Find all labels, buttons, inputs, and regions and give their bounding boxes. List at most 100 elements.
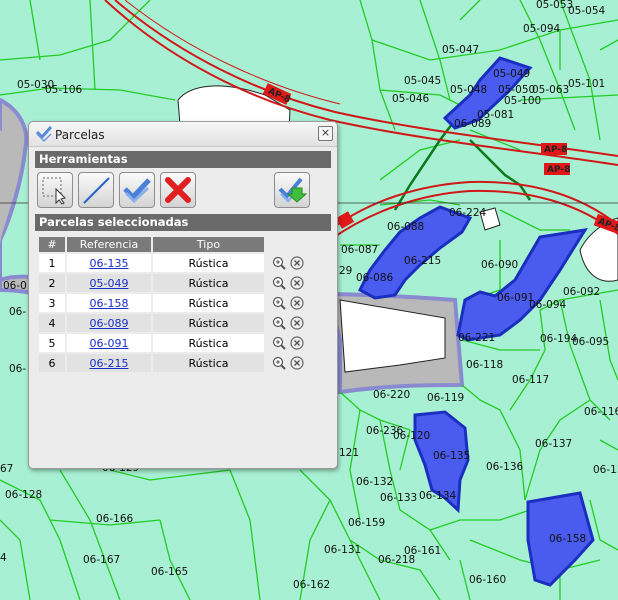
road-label: AP-8 <box>544 163 570 175</box>
row-number: 3 <box>39 294 67 312</box>
parcel-reference-link[interactable]: 06-135 <box>90 257 129 270</box>
parcel-type: Rústica <box>153 314 266 332</box>
parcel-label: 06-166 <box>96 513 134 525</box>
parcel-label: 06-086 <box>356 272 394 284</box>
parcel-label: 06-137 <box>535 438 572 450</box>
parcel-label: 06-087 <box>341 244 378 256</box>
parcel-label: 06-158 <box>549 533 586 545</box>
remove-circle-icon[interactable] <box>290 296 304 310</box>
parcel-label: 05-100 <box>504 95 541 107</box>
export-tool-button[interactable] <box>274 172 310 208</box>
zoom-in-icon[interactable] <box>272 276 286 290</box>
remove-circle-icon[interactable] <box>290 336 304 350</box>
parcel-label: 05-106 <box>45 84 83 96</box>
zoom-in-icon[interactable] <box>272 296 286 310</box>
zoom-in-icon[interactable] <box>272 256 286 270</box>
parcel-label: 05-047 <box>442 44 479 56</box>
parcel-reference-link[interactable]: 06-158 <box>90 297 129 310</box>
table-header-row: # Referencia Tipo <box>39 237 306 252</box>
parcel-label: 06-218 <box>378 554 415 566</box>
road-label: AP-8 <box>541 143 567 155</box>
parcel-label: 05-094 <box>523 23 561 35</box>
table-row: 4 06-089 Rústica <box>39 314 306 332</box>
parcel-label: 06-131 <box>324 544 361 556</box>
export-download-icon <box>278 177 307 203</box>
panel-title: Parcelas <box>55 128 105 142</box>
parcel-label: 121 <box>339 447 359 459</box>
parcel-label: 05-054 <box>568 5 606 17</box>
selected-parcels-header: Parcelas seleccionadas <box>35 214 331 231</box>
parcel-label: 06-221 <box>458 332 495 344</box>
parcelas-panel: Parcelas × Herramientas Parcelas selecci… <box>28 121 338 469</box>
parcel-label: 06-089 <box>454 118 491 130</box>
table-row: 3 06-158 Rústica <box>39 294 306 312</box>
parcel-label: 05-048 <box>450 84 487 96</box>
remove-circle-icon[interactable] <box>290 276 304 290</box>
row-number: 5 <box>39 334 67 352</box>
zoom-in-icon[interactable] <box>272 336 286 350</box>
parcel-type: Rústica <box>153 274 266 292</box>
parcel-label: 06-090 <box>481 259 518 271</box>
parcel-label: 05-046 <box>392 93 430 105</box>
zoom-in-icon[interactable] <box>272 316 286 330</box>
check-icon <box>123 178 151 204</box>
row-number: 2 <box>39 274 67 292</box>
parcel-label: 06-133 <box>380 492 417 504</box>
table-row: 5 06-091 Rústica <box>39 334 306 352</box>
parcel-label: 06-165 <box>151 566 188 578</box>
panel-titlebar[interactable]: Parcelas × <box>29 122 337 147</box>
column-header-number: # <box>39 237 67 252</box>
parcel-label: 06-134 <box>419 490 457 502</box>
select-tool-button[interactable] <box>37 172 73 208</box>
remove-circle-icon[interactable] <box>290 356 304 370</box>
parcel-label: 06-092 <box>563 286 600 298</box>
column-header-referencia: Referencia <box>67 237 153 252</box>
parcel-label: 06-136 <box>486 461 524 473</box>
row-number: 1 <box>39 254 67 272</box>
parcel-label: 67 <box>0 463 13 475</box>
parcel-reference-link[interactable]: 06-215 <box>90 357 129 370</box>
parcel-label: 05-053 <box>257 0 294 3</box>
parcel-check-icon <box>35 125 53 143</box>
parcel-type: Rústica <box>153 354 266 372</box>
parcel-label: 06-135 <box>433 450 470 462</box>
close-icon: × <box>320 126 331 139</box>
parcel-reference-link[interactable]: 06-089 <box>90 317 129 330</box>
parcel-reference-link[interactable]: 05-049 <box>90 277 129 290</box>
svg-text:AP-8: AP-8 <box>544 145 567 155</box>
confirm-tool-button[interactable] <box>119 172 155 208</box>
parcel-label: 06-094 <box>529 299 567 311</box>
parcel-label: 06-120 <box>393 430 430 442</box>
parcel-label: 05-101 <box>568 78 605 90</box>
table-row: 1 06-135 Rústica <box>39 254 306 272</box>
parcel-label: 06-167 <box>83 554 120 566</box>
parcel-label: 06-095 <box>572 336 609 348</box>
parcel-label: 06-088 <box>387 221 424 233</box>
parcel-label: 06- <box>9 306 26 318</box>
parcel-label: 06-220 <box>373 389 410 401</box>
parcel-label: 06-132 <box>356 476 393 488</box>
parcel-label: 06- <box>9 363 26 375</box>
parcel-label: 06-0 <box>3 280 27 292</box>
parcel-type: Rústica <box>153 254 266 272</box>
remove-circle-icon[interactable] <box>290 256 304 270</box>
draw-line-icon <box>83 177 110 204</box>
table-row: 2 05-049 Rústica <box>39 274 306 292</box>
line-tool-button[interactable] <box>78 172 114 208</box>
parcel-label: 06-215 <box>404 255 441 267</box>
row-number: 4 <box>39 314 67 332</box>
parcel-label: 05-049 <box>493 68 530 80</box>
parcel-label: 06-118 <box>466 359 503 371</box>
parcel-label: 4 <box>0 552 7 564</box>
zoom-in-icon[interactable] <box>272 356 286 370</box>
parcel-reference-link[interactable]: 06-091 <box>90 337 129 350</box>
remove-circle-icon[interactable] <box>290 316 304 330</box>
parcel-label: 05-045 <box>404 75 441 87</box>
parcel-label: 06-13 <box>593 464 618 476</box>
parcel-label: 06-117 <box>512 374 549 386</box>
parcel-label: 06-128 <box>5 489 42 501</box>
table-row: 6 06-215 Rústica <box>39 354 306 372</box>
close-button[interactable]: × <box>318 126 333 141</box>
svg-text:AP-8: AP-8 <box>547 165 570 175</box>
delete-tool-button[interactable] <box>160 172 196 208</box>
